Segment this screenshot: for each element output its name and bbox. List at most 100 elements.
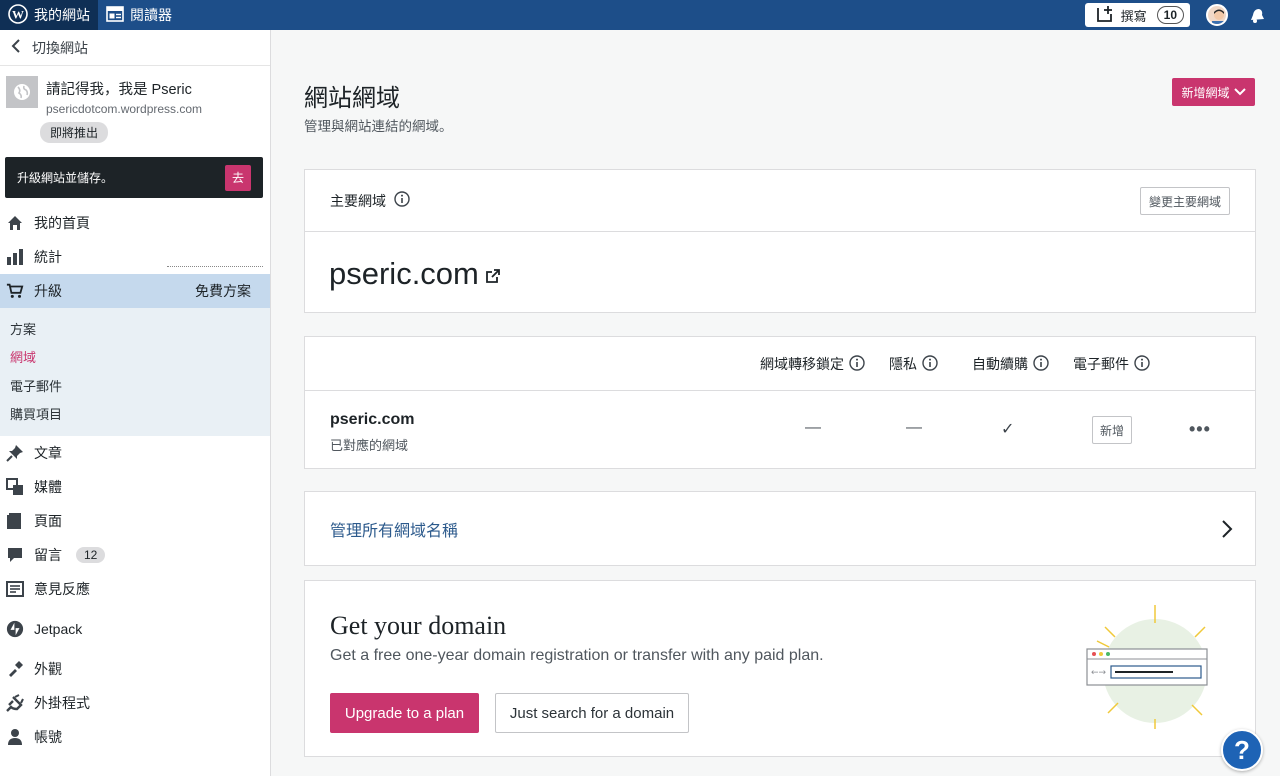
table-row: pseric.com 已對應的網域 — — ✓ 新增 ••• (305, 391, 1255, 469)
sidebar-item-label: 我的首頁 (34, 215, 90, 231)
reader-label: 閱讀器 (130, 7, 172, 23)
upgrade-to-plan-button[interactable]: Upgrade to a plan (330, 693, 479, 733)
sidebar-item-label: 留言 (34, 547, 62, 563)
add-email-button[interactable]: 新增 (1092, 416, 1133, 444)
info-icon[interactable] (1033, 354, 1049, 374)
upgrade-go-button[interactable]: 去 (225, 164, 251, 191)
column-label: 電子郵件 (1073, 356, 1129, 372)
table-header: 網域轉移鎖定 隱私 自動續購 電子郵件 (305, 337, 1255, 391)
sidebar-item-label: 外掛程式 (34, 695, 90, 711)
home-icon (6, 214, 24, 232)
add-domain-button[interactable]: 新增網域 (1172, 78, 1255, 106)
stats-icon (6, 248, 24, 266)
upgrade-banner-text: 升級網站並儲存。 (17, 171, 114, 185)
write-label: 撰寫 (1120, 8, 1147, 24)
sidebar: 切換網站 請記得我，我是 Pseric psericdotcom.wordpre… (0, 30, 271, 776)
top-bar: W 我的網站 閱讀器 撰寫 10 (0, 0, 1280, 30)
site-url: psericdotcom.wordpress.com (46, 102, 203, 116)
comment-count-badge: 12 (76, 547, 106, 563)
user-icon (6, 728, 24, 746)
media-icon (6, 478, 24, 496)
jetpack-icon (6, 620, 24, 638)
feedback-icon (6, 580, 24, 598)
info-icon[interactable] (849, 354, 865, 374)
notifications-bell-icon[interactable] (1246, 4, 1268, 26)
svg-text:←→: ←→ (1091, 668, 1107, 678)
draft-count-badge: 10 (1156, 6, 1184, 24)
sidebar-item-upgrades[interactable]: 升級 免費方案 (0, 274, 270, 308)
column-email: 電子郵件 (1073, 354, 1150, 374)
write-button[interactable]: 撰寫 10 (1084, 3, 1190, 27)
reader-icon (106, 5, 124, 25)
sidebar-item-label: 統計 (34, 249, 62, 265)
info-icon[interactable] (1134, 354, 1150, 374)
manage-all-label: 管理所有網域名稱 (330, 522, 459, 540)
sidebar-item-label: 頁面 (34, 513, 62, 529)
info-icon[interactable] (922, 354, 938, 374)
plugins-icon (6, 694, 24, 712)
primary-domain-card: 主要網域 變更主要網域 pseric.com (304, 169, 1256, 313)
primary-domain-link[interactable]: pseric.com (329, 256, 501, 292)
submenu-item-domains[interactable]: 網域 (0, 343, 270, 372)
add-domain-label: 新增網域 (1181, 85, 1230, 100)
sidebar-item-label: 升級 (34, 283, 62, 299)
sidebar-item-plugins[interactable]: 外掛程式 (0, 686, 270, 720)
chevron-down-icon (1233, 85, 1246, 99)
upgrade-banner[interactable]: 升級網站並儲存。 去 (5, 157, 263, 198)
appearance-icon (6, 660, 24, 678)
coming-soon-badge: 即將推出 (40, 122, 109, 143)
search-domain-button[interactable]: Just search for a domain (495, 693, 689, 733)
sidebar-item-posts[interactable]: 文章 (0, 436, 270, 470)
globe-icon (6, 76, 38, 108)
auto-renew-check-icon: ✓ (1001, 421, 1015, 438)
column-auto-renew: 自動續購 (972, 354, 1049, 374)
column-transfer-lock: 網域轉移鎖定 (760, 354, 865, 374)
my-site-label: 我的網站 (34, 7, 90, 23)
reader-menu[interactable]: 閱讀器 (98, 0, 180, 30)
sidebar-item-my-home[interactable]: 我的首頁 (0, 206, 270, 240)
promo-title: Get your domain (330, 611, 507, 640)
page-subtitle: 管理與網站連結的網域。 (304, 119, 453, 134)
plan-name: 免費方案 (195, 283, 251, 299)
sidebar-item-jetpack[interactable]: Jetpack (0, 606, 270, 652)
column-label: 隱私 (889, 356, 917, 372)
primary-domain-label: 主要網域 (330, 192, 386, 209)
switch-site-label: 切換網站 (32, 39, 88, 56)
user-avatar[interactable] (1206, 4, 1228, 26)
info-icon[interactable] (394, 191, 410, 210)
sidebar-item-label: 文章 (34, 445, 62, 461)
switch-site-button[interactable]: 切換網站 (0, 30, 270, 66)
sidebar-item-appearance[interactable]: 外觀 (0, 652, 270, 686)
change-primary-domain-button[interactable]: 變更主要網域 (1139, 187, 1230, 215)
chevron-right-icon (1221, 519, 1233, 544)
column-label: 自動續購 (972, 356, 1028, 372)
help-button[interactable]: ? (1221, 729, 1263, 771)
browser-illustration-icon: ←→ (1075, 601, 1225, 731)
sidebar-item-account[interactable]: 帳號 (0, 720, 270, 754)
manage-all-domains-link[interactable]: 管理所有網域名稱 (304, 491, 1256, 566)
privacy-value: — (906, 419, 922, 436)
submenu-item-email[interactable]: 電子郵件 (0, 371, 270, 400)
my-site-menu[interactable]: W 我的網站 (0, 0, 98, 30)
sidebar-nav: 我的首頁 統計 升級 免費方案 方案 網域 電子郵件 購買項目 文章 媒體 頁面 (0, 206, 270, 754)
sidebar-item-comments[interactable]: 留言 12 (0, 538, 270, 572)
cart-icon (6, 282, 24, 300)
sidebar-item-media[interactable]: 媒體 (0, 470, 270, 504)
site-name: 請記得我，我是 Pseric (46, 82, 192, 98)
promo-subtitle: Get a free one-year domain registration … (330, 647, 824, 664)
domain-name[interactable]: pseric.com (330, 411, 414, 429)
wordpress-logo-icon: W (8, 3, 28, 27)
primary-domain-header: 主要網域 (305, 170, 1255, 232)
write-icon (1095, 4, 1115, 27)
sidebar-item-stats[interactable]: 統計 (0, 240, 270, 274)
sidebar-item-feedback[interactable]: 意見反應 (0, 572, 270, 606)
svg-text:W: W (12, 7, 24, 21)
more-options-icon[interactable]: ••• (1189, 419, 1211, 440)
submenu-item-plans[interactable]: 方案 (0, 314, 270, 343)
page-title: 網站網域 (304, 85, 400, 112)
sidebar-item-pages[interactable]: 頁面 (0, 504, 270, 538)
submenu-item-purchases[interactable]: 購買項目 (0, 400, 270, 429)
external-link-icon (485, 256, 501, 292)
pin-icon (6, 444, 24, 462)
site-card[interactable]: 請記得我，我是 Pseric psericdotcom.wordpress.co… (0, 66, 270, 116)
